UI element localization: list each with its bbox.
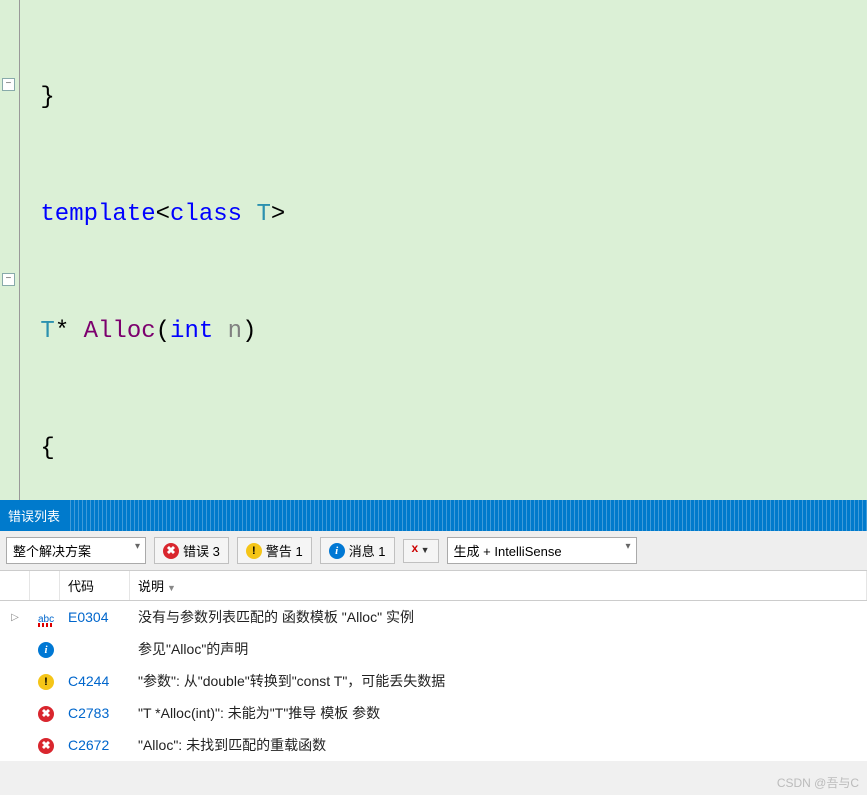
- fold-toggle[interactable]: −: [2, 78, 15, 91]
- row-icon: i: [30, 638, 60, 660]
- row-description: 没有与参数列表匹配的 函数模板 "Alloc" 实例: [130, 605, 867, 629]
- code-text: {: [40, 435, 54, 462]
- row-description: "参数": 从"double"转换到"const T"，可能丢失数据: [130, 669, 867, 693]
- code-text: ): [242, 318, 256, 345]
- intellisense-icon: abc: [38, 614, 54, 625]
- error-list-row[interactable]: ▷ abc E0304没有与参数列表匹配的 函数模板 "Alloc" 实例: [0, 601, 867, 633]
- error-list-header: 代码 说明▼: [0, 571, 867, 601]
- sort-indicator-icon: ▼: [167, 583, 176, 593]
- error-list-row[interactable]: ✖ C2672"Alloc": 未找到匹配的重载函数: [0, 729, 867, 761]
- error-list-toolbar: 整个解决方案 ✖ 错误 3 警告 1 i 消息 1 生成 + IntelliSe…: [0, 531, 867, 571]
- code-text: int: [170, 318, 213, 345]
- error-list-row[interactable]: i 参见"Alloc"的声明: [0, 633, 867, 665]
- error-list-row[interactable]: ✖ C2783"T *Alloc(int)": 未能为"T"推导 模板 参数: [0, 697, 867, 729]
- info-icon: i: [329, 543, 345, 559]
- code-text: T: [40, 318, 54, 345]
- error-list-row[interactable]: C4244"参数": 从"double"转换到"const T"，可能丢失数据: [0, 665, 867, 697]
- code-text: Alloc: [84, 318, 156, 345]
- warning-icon: [38, 674, 54, 690]
- row-code: [60, 647, 130, 651]
- code-text: T: [256, 201, 270, 228]
- filter-icon: [412, 543, 430, 559]
- row-code: C4244: [60, 671, 130, 691]
- code-editor[interactable]: − − } template<class T> T* Alloc(int n) …: [0, 0, 867, 500]
- code-text: }: [40, 84, 54, 111]
- row-code: E0304: [60, 607, 130, 627]
- watermark: CSDN @吾与C: [777, 774, 859, 791]
- warnings-count-label: 警告 1: [266, 541, 303, 560]
- build-intellisense-dropdown[interactable]: 生成 + IntelliSense: [447, 537, 637, 564]
- warnings-filter-button[interactable]: 警告 1: [237, 537, 312, 564]
- row-description: "T *Alloc(int)": 未能为"T"推导 模板 参数: [130, 701, 867, 725]
- row-code: C2783: [60, 703, 130, 723]
- fold-gutter: − −: [0, 0, 20, 500]
- errors-filter-button[interactable]: ✖ 错误 3: [154, 537, 229, 564]
- error-list-title[interactable]: 错误列表: [0, 500, 867, 531]
- row-expand[interactable]: [0, 679, 30, 683]
- row-code: C2672: [60, 735, 130, 755]
- messages-filter-button[interactable]: i 消息 1: [320, 537, 395, 564]
- code-text: template: [40, 201, 155, 228]
- errors-count-label: 错误 3: [183, 541, 220, 560]
- info-icon: i: [38, 642, 54, 658]
- col-desc-label: 说明: [138, 579, 164, 594]
- messages-count-label: 消息 1: [349, 541, 386, 560]
- row-icon: ✖: [30, 734, 60, 756]
- error-icon: ✖: [38, 738, 54, 754]
- col-description[interactable]: 说明▼: [130, 571, 867, 600]
- row-expand[interactable]: ▷: [0, 610, 30, 625]
- col-severity[interactable]: [30, 571, 60, 600]
- row-expand[interactable]: [0, 743, 30, 747]
- col-code[interactable]: 代码: [60, 571, 130, 600]
- code-text: *: [55, 318, 84, 345]
- row-icon: [30, 670, 60, 692]
- row-icon: ✖: [30, 702, 60, 724]
- error-icon: ✖: [38, 706, 54, 722]
- scope-dropdown[interactable]: 整个解决方案: [6, 537, 146, 564]
- error-icon: ✖: [163, 543, 179, 559]
- row-expand[interactable]: [0, 711, 30, 715]
- row-description: "Alloc": 未找到匹配的重载函数: [130, 733, 867, 757]
- row-expand[interactable]: [0, 647, 30, 651]
- row-icon: abc: [30, 607, 60, 627]
- code-text: class: [170, 201, 242, 228]
- fold-toggle[interactable]: −: [2, 273, 15, 286]
- code-area[interactable]: } template<class T> T* Alloc(int n) { re…: [20, 0, 867, 500]
- row-description: 参见"Alloc"的声明: [130, 637, 867, 661]
- code-text: (: [156, 318, 170, 345]
- error-list-rows: ▷ abc E0304没有与参数列表匹配的 函数模板 "Alloc" 实例 i 参见"A…: [0, 601, 867, 761]
- col-expand[interactable]: [0, 571, 30, 600]
- warning-icon: [246, 543, 262, 559]
- clear-filter-button[interactable]: [403, 539, 439, 563]
- code-text: n: [213, 318, 242, 345]
